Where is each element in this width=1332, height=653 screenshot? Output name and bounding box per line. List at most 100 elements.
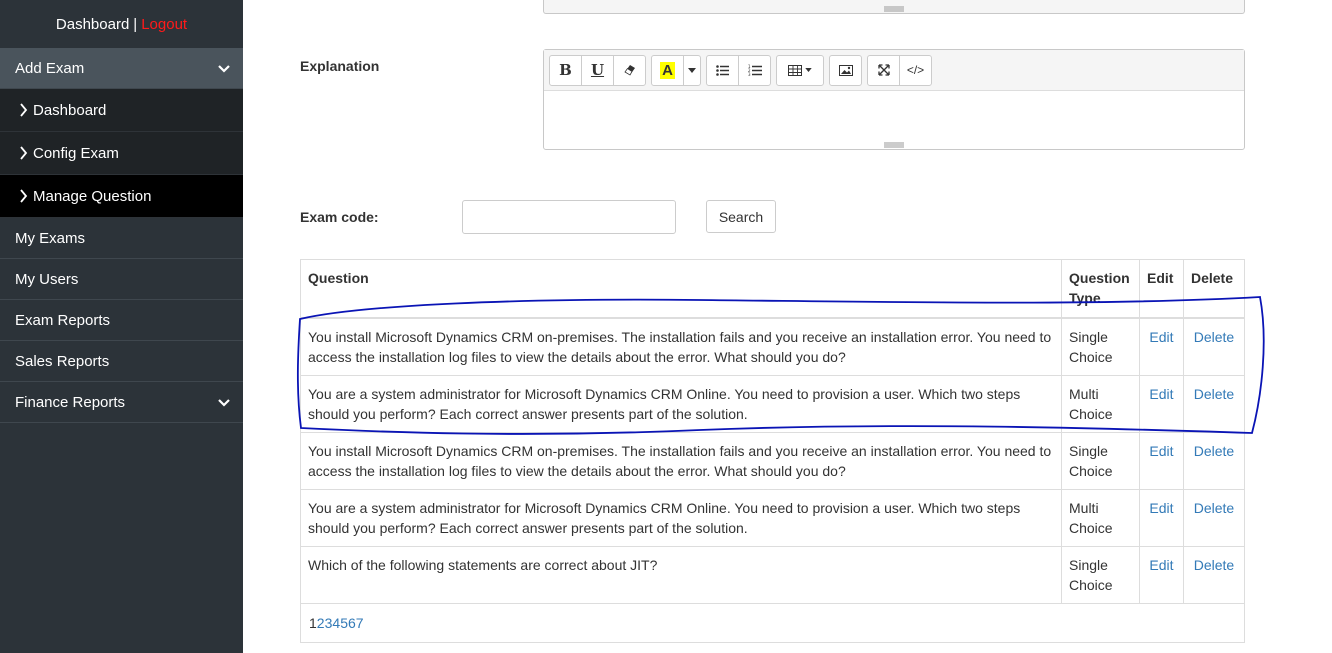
chevron-right-icon [20, 189, 28, 203]
sidebar-item-exam-reports[interactable]: Exam Reports [0, 300, 243, 341]
question-cell: You install Microsoft Dynamics CRM on-pr… [300, 432, 1062, 490]
type-cell: Single Choice [1061, 546, 1140, 604]
sidebar-subitem-config-exam[interactable]: Config Exam [0, 132, 243, 175]
sidebar-item-my-exams[interactable]: My Exams [0, 218, 243, 259]
ordered-list-button[interactable]: 123 [738, 54, 771, 86]
delete-link[interactable]: Delete [1194, 386, 1234, 402]
page-1: 1 [309, 615, 317, 631]
chevron-down-icon [218, 399, 230, 407]
unordered-list-icon [716, 64, 729, 76]
bold-icon: B [559, 61, 572, 79]
sidebar-item-label: Add Exam [15, 59, 85, 77]
explanation-editor: B U A 123 </> [543, 49, 1245, 150]
table-row: Which of the following statements are co… [300, 546, 1246, 604]
image-icon [838, 64, 853, 76]
sidebar-item-my-users[interactable]: My Users [0, 259, 243, 300]
sidebar-item-label: Finance Reports [15, 393, 126, 411]
delete-link[interactable]: Delete [1194, 557, 1234, 573]
chevron-right-icon [20, 103, 28, 117]
type-cell: Multi Choice [1061, 489, 1140, 547]
image-group [829, 54, 862, 86]
sidebar-subitem-label: Config Exam [33, 144, 119, 162]
delete-link[interactable]: Delete [1194, 500, 1234, 516]
chevron-down-icon [218, 65, 230, 73]
sidebar-top-links: Dashboard | Logout [0, 0, 243, 48]
sidebar-item-label: My Users [15, 270, 79, 288]
color-dropdown-button[interactable] [683, 54, 701, 86]
delete-link[interactable]: Delete [1194, 443, 1234, 459]
unordered-list-button[interactable] [706, 54, 739, 86]
eraser-icon [623, 65, 635, 76]
view-group: </> [867, 54, 932, 86]
table-group [776, 54, 824, 86]
sidebar-item-finance-reports[interactable]: Finance Reports [0, 382, 243, 423]
page-7-link[interactable]: 7 [356, 615, 364, 631]
insert-image-button[interactable] [829, 54, 862, 86]
logout-link[interactable]: Logout [141, 16, 187, 33]
color-group: A [651, 54, 701, 86]
resize-handle-icon[interactable] [884, 6, 904, 12]
editor-toolbar: B U A 123 </> [544, 50, 1244, 91]
sidebar-item-add-exam[interactable]: Add Exam [0, 48, 243, 89]
font-color-icon: A [660, 61, 675, 79]
resize-handle-icon[interactable] [884, 142, 904, 148]
table-icon [788, 64, 802, 76]
sidebar-item-label: My Exams [15, 229, 86, 247]
page-5-link[interactable]: 5 [340, 615, 348, 631]
fullscreen-button[interactable] [867, 54, 900, 86]
edit-column-header: Edit [1138, 259, 1184, 319]
edit-link[interactable]: Edit [1149, 443, 1173, 459]
caret-down-icon [805, 68, 812, 72]
exam-code-label: Exam code: [300, 209, 379, 225]
questions-table: Question Question Type Edit Delete You i… [300, 259, 1246, 643]
sidebar-subitem-dashboard[interactable]: Dashboard [0, 89, 243, 132]
bold-button[interactable]: B [549, 54, 582, 86]
type-cell: Single Choice [1061, 432, 1140, 490]
edit-link[interactable]: Edit [1149, 557, 1173, 573]
previous-editor-bottom [543, 0, 1245, 14]
underline-button[interactable]: U [581, 54, 614, 86]
font-color-button[interactable]: A [651, 54, 684, 86]
sidebar-item-sales-reports[interactable]: Sales Reports [0, 341, 243, 382]
ordered-list-icon: 123 [748, 64, 762, 76]
sidebar-subitem-label: Dashboard [33, 101, 107, 119]
page-6-link[interactable]: 6 [348, 615, 356, 631]
type-cell: Single Choice [1061, 317, 1140, 376]
exam-code-input[interactable] [462, 200, 676, 234]
question-cell: You are a system administrator for Micro… [300, 489, 1062, 547]
search-button[interactable]: Search [706, 200, 776, 233]
pagination: 1234567 [300, 603, 1245, 643]
type-column-header: Question Type [1061, 259, 1140, 319]
main-content: Explanation B U A 123 </> Exam code: Sea… [243, 0, 1332, 653]
edit-link[interactable]: Edit [1149, 329, 1173, 345]
table-header-row: Question Question Type Edit Delete [300, 259, 1246, 319]
delete-column-header: Delete [1182, 259, 1246, 319]
top-dashboard-link[interactable]: Dashboard [56, 16, 129, 33]
page-2-link[interactable]: 2 [317, 615, 325, 631]
chevron-right-icon [20, 146, 28, 160]
code-icon: </> [906, 63, 925, 77]
table-row: You are a system administrator for Micro… [300, 375, 1246, 433]
caret-down-icon [688, 67, 696, 73]
type-cell: Multi Choice [1061, 375, 1140, 433]
sidebar-subitem-label: Manage Question [33, 187, 152, 205]
sidebar-subitem-manage-question[interactable]: Manage Question [0, 175, 243, 218]
explanation-text-area[interactable] [544, 91, 1244, 149]
sidebar-item-label: Exam Reports [15, 311, 111, 329]
pagination-row: 1234567 [300, 603, 1245, 643]
edit-link[interactable]: Edit [1149, 386, 1173, 402]
explanation-label: Explanation [300, 58, 380, 74]
table-row: You install Microsoft Dynamics CRM on-pr… [300, 317, 1246, 376]
edit-link[interactable]: Edit [1149, 500, 1173, 516]
delete-link[interactable]: Delete [1194, 329, 1234, 345]
fullscreen-icon [877, 64, 890, 76]
question-cell: You are a system administrator for Micro… [300, 375, 1062, 433]
table-button[interactable] [776, 54, 824, 86]
code-view-button[interactable]: </> [899, 54, 932, 86]
sidebar: Dashboard | Logout Add Exam Dashboard Co… [0, 0, 243, 653]
format-group: B U [549, 54, 646, 86]
list-group: 123 [706, 54, 771, 86]
clear-format-button[interactable] [613, 54, 646, 86]
question-cell: Which of the following statements are co… [300, 546, 1062, 604]
svg-text:3: 3 [748, 72, 751, 76]
